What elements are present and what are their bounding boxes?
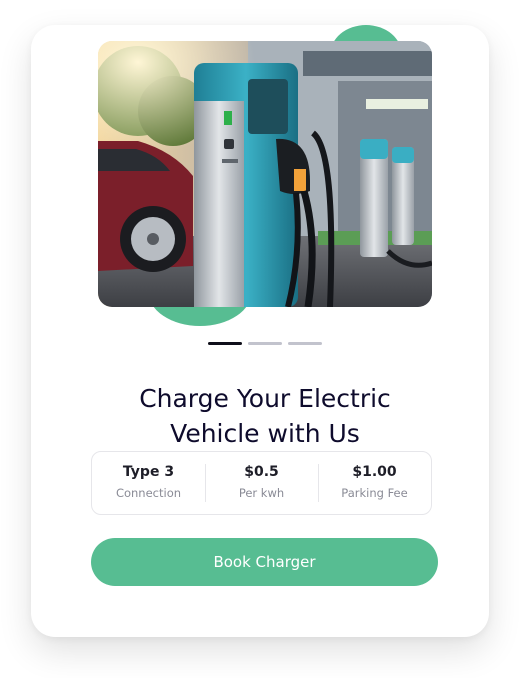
page-title-line-1: Charge Your Electric [139,383,391,413]
stat-parking-fee: $1.00 Parking Fee [318,452,431,514]
book-charger-button[interactable]: Book Charger [91,538,438,586]
charger-info-panel: Type 3 Connection $0.5 Per kwh $1.00 Par… [91,451,432,515]
stat-value: $0.5 [244,464,279,480]
stat-label: Connection [115,486,182,500]
stat-connection: Type 3 Connection [92,452,205,514]
carousel-indicator [208,342,322,346]
stat-price-per-kwh: $0.5 Per kwh [205,452,318,514]
carousel-dot-active[interactable] [208,342,242,345]
stat-value: $1.00 [352,464,397,480]
charging-station-illustration [98,41,432,307]
page-title-line-2: Vehicle with Us [170,418,360,448]
hero-image [98,41,432,307]
page-title: Charge Your Electric Vehicle with Us [60,381,470,451]
carousel-dot[interactable] [248,342,282,345]
stat-label: Parking Fee [341,486,408,500]
stat-label: Per kwh [238,486,285,500]
stat-value: Type 3 [122,464,175,480]
carousel-dot[interactable] [288,342,322,345]
